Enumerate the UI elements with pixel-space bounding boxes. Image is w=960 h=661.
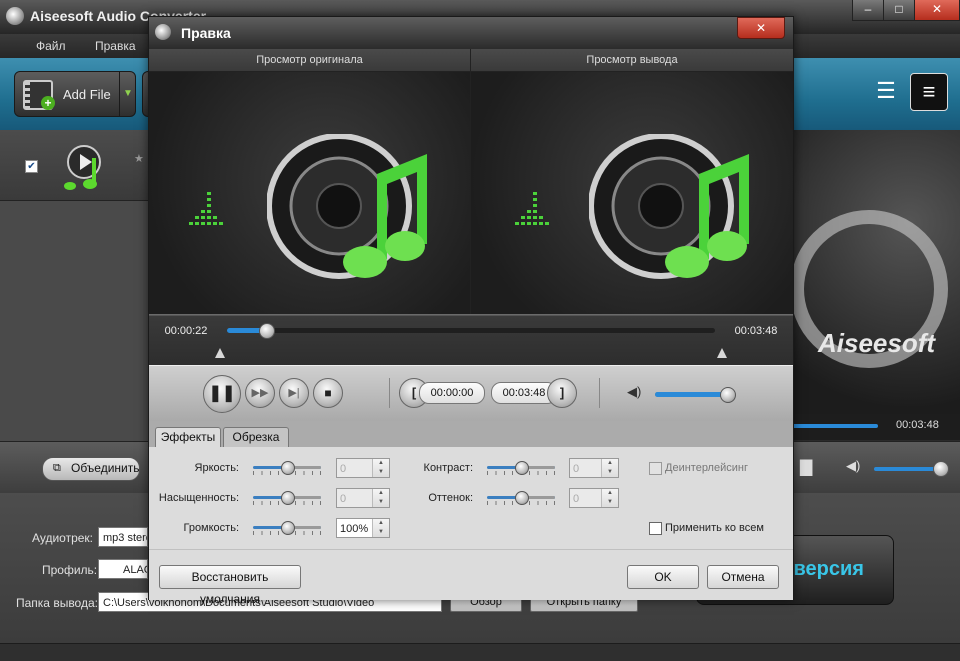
brightness-label: Яркость:	[194, 462, 239, 474]
menu-edit[interactable]: Правка	[95, 39, 136, 53]
playback-controls: ❚❚ ▶▶ ▶| ■ [ 00:00:00 00:03:48 ] ◀)	[149, 365, 793, 422]
list-view-icon[interactable]: ☰	[868, 73, 904, 109]
minimize-button[interactable]: –	[852, 0, 884, 21]
hue-spinbox[interactable]: 0 ▲ ▼	[569, 488, 619, 508]
tab-effects[interactable]: Эффекты	[155, 427, 221, 448]
rating-star-icon: ★	[134, 153, 144, 165]
file-checkbox[interactable]: ✔	[25, 160, 38, 173]
speaker-music-icon	[589, 134, 749, 279]
dialog-footer: Восстановить умолчания OK Отмена	[149, 549, 793, 606]
seek-knob[interactable]	[259, 323, 276, 339]
effects-panel: Яркость: 0 ▲ ▼ Насыщенность: 0 ▲ ▼ Громкость…	[149, 447, 793, 549]
seek-track[interactable]	[227, 328, 715, 333]
volume-knob[interactable]	[720, 387, 736, 403]
saturation-label: Насыщенность:	[158, 492, 239, 504]
dialog-close-button[interactable]: ✕	[737, 17, 785, 39]
tab-trim[interactable]: Обрезка	[223, 427, 289, 447]
fast-forward-icon[interactable]: ▶▶	[245, 378, 275, 408]
detail-view-icon[interactable]: ≡	[910, 73, 948, 111]
trim-end-marker[interactable]	[717, 348, 727, 358]
restore-defaults-button[interactable]: Восстановить умолчания	[159, 565, 301, 606]
preview-seekbar[interactable]: 00:03:48	[790, 414, 960, 440]
close-button[interactable]: ✕	[914, 0, 960, 21]
next-frame-icon[interactable]: ▶|	[279, 378, 309, 408]
output-preview	[471, 72, 793, 314]
equalizer-icon	[515, 192, 549, 225]
brand-logo: Aiseesoft	[818, 328, 936, 358]
ok-button[interactable]: OK	[627, 565, 699, 589]
hue-slider[interactable]	[487, 490, 555, 506]
volume-fill	[655, 392, 727, 397]
merge-icon: ⧉	[53, 462, 61, 474]
volume-icon: ◀)	[846, 458, 861, 473]
preview-time-end: 00:03:48	[896, 419, 939, 431]
volume-effect-slider[interactable]	[253, 520, 321, 536]
contrast-spinbox[interactable]: 0 ▲ ▼	[569, 458, 619, 478]
separator	[599, 378, 600, 408]
deinterlace-label: Деинтерлейсинг	[665, 462, 748, 474]
apply-all-label: Применить ко всем	[665, 522, 764, 534]
tab-bar: Эффекты Обрезка	[149, 421, 793, 448]
saturation-slider[interactable]	[253, 490, 321, 506]
speaker-music-icon	[267, 134, 427, 279]
preview-panel	[790, 130, 960, 440]
total-time: 00:03:48	[734, 325, 778, 337]
maximize-button[interactable]: □	[883, 0, 915, 21]
chevron-down-icon[interactable]: ▼	[119, 72, 136, 116]
music-file-icon	[64, 145, 101, 190]
add-file-button[interactable]: + Add File ▼	[14, 71, 136, 117]
add-file-label: Add File	[63, 87, 111, 102]
dialog-title: Правка	[181, 25, 231, 41]
brightness-slider[interactable]	[253, 460, 321, 476]
profile-value: ALAC	[123, 564, 147, 576]
pause-button[interactable]: ❚❚	[203, 375, 241, 413]
deinterlace-checkbox[interactable]	[649, 462, 662, 475]
contrast-label: Контраст:	[423, 462, 473, 474]
app-logo-icon	[6, 7, 24, 25]
separator	[389, 378, 390, 408]
original-preview-header: Просмотр оригинала	[149, 49, 471, 72]
audio-track-select[interactable]: mp3 stere	[98, 527, 148, 547]
output-preview-header: Просмотр вывода	[471, 49, 793, 72]
set-end-button[interactable]: ]	[547, 378, 577, 408]
profile-label: Профиль:	[42, 563, 98, 577]
trim-start-marker[interactable]	[215, 348, 225, 358]
profile-select[interactable]: ALAC	[98, 559, 148, 579]
merge-button[interactable]: ⧉ Объединить	[42, 457, 140, 481]
current-time: 00:00:22	[164, 325, 208, 337]
apply-all-checkbox[interactable]	[649, 522, 662, 535]
start-time-field[interactable]: 00:00:00	[419, 382, 485, 404]
edit-dialog: Правка ✕ Просмотр оригинала Просмотр выв…	[148, 16, 794, 606]
seek-row: 00:00:22 00:03:48	[149, 315, 793, 366]
folder-icon[interactable]: ▇	[800, 457, 812, 477]
main-volume-knob[interactable]	[933, 461, 949, 477]
dialog-logo-icon	[155, 24, 171, 40]
output-folder-label: Папка вывода:	[16, 596, 98, 610]
hue-label: Оттенок:	[428, 492, 473, 504]
cancel-button[interactable]: Отмена	[707, 565, 779, 589]
plus-icon: +	[41, 96, 55, 110]
main-volume-slider[interactable]	[874, 467, 940, 471]
dialog-titlebar: Правка	[149, 17, 793, 49]
volume-spinbox[interactable]: 100% ▲ ▼	[336, 518, 390, 538]
merge-label: Объединить	[71, 461, 140, 475]
status-bar	[0, 643, 960, 661]
volume-label: Громкость:	[183, 522, 239, 534]
stop-button[interactable]: ■	[313, 378, 343, 408]
original-preview	[149, 72, 471, 314]
contrast-slider[interactable]	[487, 460, 555, 476]
audio-track-label: Аудиотрек:	[32, 531, 94, 545]
brightness-spinbox[interactable]: 0 ▲ ▼	[336, 458, 390, 478]
saturation-spinbox[interactable]: 0 ▲ ▼	[336, 488, 390, 508]
equalizer-icon	[189, 192, 223, 225]
menu-file[interactable]: Файл	[36, 39, 66, 53]
volume-icon: ◀)	[627, 384, 642, 399]
